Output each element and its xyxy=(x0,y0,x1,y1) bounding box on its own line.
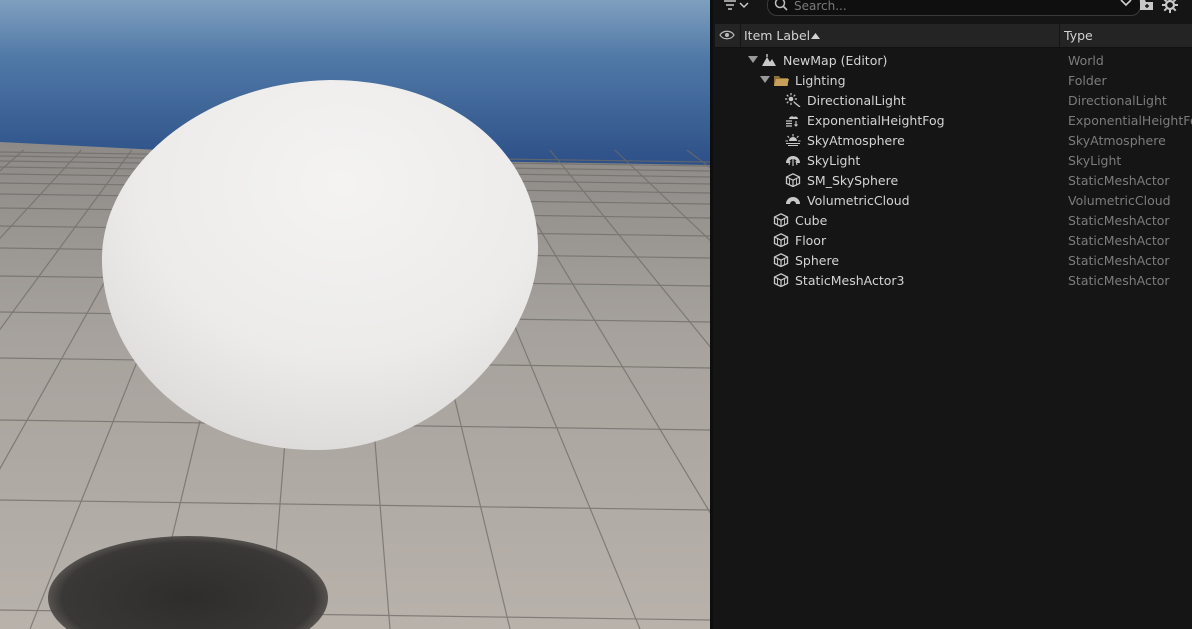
tree-row-skyatmosphere[interactable]: SkyAtmosphere SkyAtmosphere xyxy=(713,130,1192,150)
row-type: DirectionalLight xyxy=(1068,93,1167,108)
viewport-scene xyxy=(0,0,710,629)
outliner-header: Item Label Type xyxy=(715,24,1192,48)
sort-ascending-icon[interactable] xyxy=(811,33,820,39)
header-separator xyxy=(740,24,741,47)
row-label: Sphere xyxy=(795,253,840,268)
row-type: SkyLight xyxy=(1068,153,1122,168)
row-type: StaticMeshActor xyxy=(1068,273,1170,288)
row-label: ExponentialHeightFog xyxy=(807,113,945,128)
folder-icon xyxy=(774,76,789,86)
row-label: Floor xyxy=(795,233,827,248)
height-fog-icon xyxy=(786,116,798,127)
column-type[interactable]: Type xyxy=(1064,28,1093,43)
volumetric-cloud-icon xyxy=(786,197,800,204)
row-label: StaticMeshActor3 xyxy=(795,273,905,288)
row-type: World xyxy=(1068,53,1104,68)
static-mesh-icon xyxy=(773,273,789,287)
settings-gear-icon[interactable] xyxy=(1161,0,1179,13)
row-label: VolumetricCloud xyxy=(807,193,910,208)
column-item-label[interactable]: Item Label xyxy=(744,28,810,43)
tree-row-floor[interactable]: Floor StaticMeshActor xyxy=(713,230,1192,250)
tree-row-newmap[interactable]: NewMap (Editor) World xyxy=(713,50,1192,70)
sky-atmosphere-icon xyxy=(785,134,801,147)
row-label: NewMap (Editor) xyxy=(783,53,888,68)
level-viewport[interactable] xyxy=(0,0,710,629)
row-label: SM_SkySphere xyxy=(807,173,899,188)
static-mesh-icon xyxy=(773,233,789,247)
static-mesh-icon xyxy=(773,213,789,227)
world-outliner: Search... Item Label Type NewMap (Editor… xyxy=(713,0,1192,629)
tree-row-volumetriccloud[interactable]: VolumetricCloud VolumetricCloud xyxy=(713,190,1192,210)
outliner-toolbar: Search... xyxy=(713,0,1192,16)
directional-light-icon xyxy=(785,93,801,107)
visibility-eye-icon[interactable] xyxy=(719,28,735,42)
search-input[interactable]: Search... xyxy=(794,0,847,13)
row-type: StaticMeshActor xyxy=(1068,253,1170,268)
expand-arrow-icon[interactable] xyxy=(748,56,758,64)
tree-row-staticmeshactor3[interactable]: StaticMeshActor3 StaticMeshActor xyxy=(713,270,1192,290)
expand-arrow-icon[interactable] xyxy=(760,76,770,84)
sky-light-icon xyxy=(786,156,800,166)
add-folder-icon[interactable] xyxy=(1139,0,1155,11)
row-type: StaticMeshActor xyxy=(1068,213,1170,228)
filter-icon xyxy=(724,0,736,10)
search-dropdown-icon[interactable] xyxy=(1120,0,1132,8)
static-mesh-icon xyxy=(773,253,789,267)
row-type: ExponentialHeightFog xyxy=(1068,113,1192,128)
row-type: VolumetricCloud xyxy=(1068,193,1171,208)
row-label: Lighting xyxy=(795,73,846,88)
chevron-down-icon xyxy=(739,2,749,9)
tree-row-cube[interactable]: Cube StaticMeshActor xyxy=(713,210,1192,230)
row-label: Cube xyxy=(795,213,828,228)
row-label: DirectionalLight xyxy=(807,93,906,108)
tree-row-skylight[interactable]: SkyLight SkyLight xyxy=(713,150,1192,170)
row-label: SkyLight xyxy=(807,153,861,168)
tree-row-directionallight[interactable]: DirectionalLight DirectionalLight xyxy=(713,90,1192,110)
filter-button[interactable] xyxy=(723,0,761,14)
row-type: Folder xyxy=(1068,73,1107,88)
outliner-tree: NewMap (Editor) World Lighting Folder Di… xyxy=(713,50,1192,290)
row-label: SkyAtmosphere xyxy=(807,133,905,148)
tree-row-exponentialheightfog[interactable]: ExponentialHeightFog ExponentialHeightFo… xyxy=(713,110,1192,130)
tree-row-sphere[interactable]: Sphere StaticMeshActor xyxy=(713,250,1192,270)
world-icon xyxy=(762,54,776,66)
row-type: StaticMeshActor xyxy=(1068,173,1170,188)
row-type: StaticMeshActor xyxy=(1068,233,1170,248)
static-mesh-icon xyxy=(785,173,801,187)
tree-row-lighting[interactable]: Lighting Folder xyxy=(713,70,1192,90)
search-icon xyxy=(774,0,788,11)
header-separator[interactable] xyxy=(1059,24,1060,47)
row-type: SkyAtmosphere xyxy=(1068,133,1166,148)
search-box[interactable]: Search... xyxy=(767,0,1141,16)
tree-row-sm-skysphere[interactable]: SM_SkySphere StaticMeshActor xyxy=(713,170,1192,190)
